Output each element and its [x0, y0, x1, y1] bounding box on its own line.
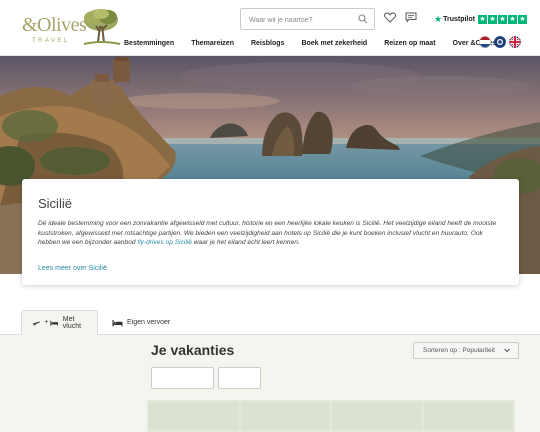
hotel-icon	[50, 320, 59, 326]
hotel-icon	[112, 319, 123, 326]
tab-met-vlucht[interactable]: + Met vlucht	[21, 310, 98, 335]
nav-item-themareizen[interactable]: Themareizen	[191, 40, 234, 47]
destination-info-card: Sicilië Dé ideale bestemming voor een zo…	[22, 179, 519, 285]
read-more-link[interactable]: Lees meer over Sicilië	[38, 265, 107, 272]
description-text-end: waar je het eiland écht leert kennen.	[191, 239, 300, 247]
logo-subtitle: TRAVEL	[32, 38, 70, 44]
filter-button-1[interactable]	[151, 367, 214, 389]
page-title: Sicilië	[38, 196, 72, 211]
result-card[interactable]	[332, 402, 422, 430]
fly-drives-link[interactable]: fly-drives op Sicilië	[137, 239, 192, 246]
plus-sign: +	[44, 319, 49, 326]
trustpilot-star-icon: ★	[434, 14, 443, 24]
uk-flag-icon[interactable]	[509, 36, 521, 48]
language-switcher	[476, 36, 521, 50]
rating-star-icon: ★	[477, 15, 487, 24]
search-box	[240, 8, 375, 31]
olive-tree-icon	[83, 9, 121, 45]
search-icon[interactable]	[358, 14, 368, 24]
tab-label: Eigen vervoer	[127, 319, 171, 326]
filter-button-2[interactable]	[218, 367, 261, 389]
search-input[interactable]	[249, 10, 359, 31]
rating-star-icon: ★	[517, 15, 527, 24]
heart-icon[interactable]	[384, 12, 396, 23]
rating-star-icon: ★	[487, 15, 497, 24]
nav-item-reisblogs[interactable]: Reisblogs	[251, 40, 284, 47]
result-card[interactable]	[423, 402, 513, 430]
tab-label: Met vlucht	[62, 315, 82, 330]
netherlands-flag-icon[interactable]	[479, 36, 491, 48]
transport-tabs: + Met vlucht Eigen vervoer	[0, 310, 540, 335]
results-grid	[147, 400, 515, 432]
nav-item-boek-met-zekerheid[interactable]: Boek met zekerheid	[301, 40, 367, 47]
sort-dropdown[interactable]: Sorteren op : Populariteit	[413, 342, 519, 359]
rating-star-icon: ★	[497, 15, 507, 24]
tab-eigen-vervoer[interactable]: Eigen vervoer	[102, 310, 180, 335]
main-nav: Bestemmingen Themareizen Reisblogs Boek …	[124, 40, 504, 47]
trustpilot-label: Trustpilot	[443, 16, 475, 23]
nav-item-bestemmingen[interactable]: Bestemmingen	[124, 40, 174, 47]
logo[interactable]: &Olives TRAVEL	[18, 8, 123, 48]
chevron-down-icon	[504, 348, 510, 353]
nav-item-reizen-op-maat[interactable]: Reizen op maat	[384, 40, 435, 47]
results-section: Je vakanties Sorteren op : Populariteit	[0, 335, 540, 432]
belgium-flag-icon[interactable]	[494, 36, 506, 48]
result-card[interactable]	[149, 402, 239, 430]
site-header: &Olives TRAVEL ★ Trustpilot ★ ★ ★ ★ ★	[0, 0, 540, 56]
chat-icon[interactable]	[405, 12, 417, 23]
plane-icon	[32, 320, 40, 326]
sort-label: Sorteren op : Populariteit	[423, 347, 495, 354]
rating-star-icon: ★	[507, 15, 517, 24]
trustpilot-rating[interactable]: ★ Trustpilot ★ ★ ★ ★ ★	[434, 14, 528, 25]
results-title: Je vakanties	[151, 342, 235, 358]
result-card[interactable]	[240, 402, 330, 430]
destination-description: Dé ideale bestemming voor een zonvakanti…	[38, 219, 503, 248]
